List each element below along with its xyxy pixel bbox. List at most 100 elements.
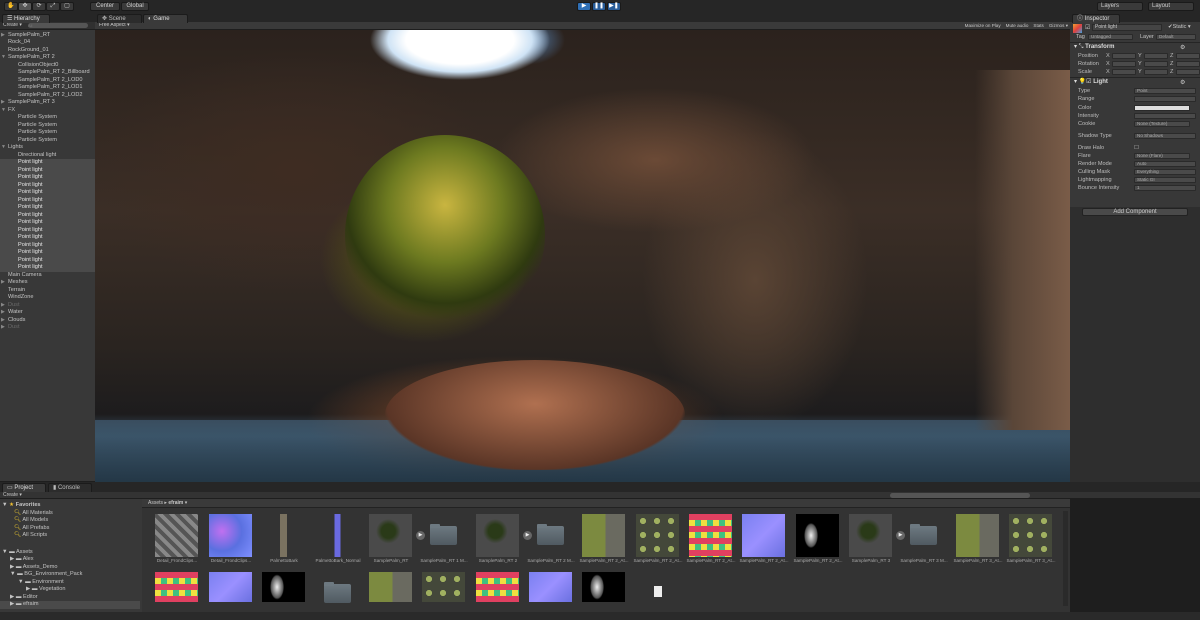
rect-tool-button[interactable]: ▢ [60,2,74,11]
hierarchy-item[interactable]: SamplePalm_RT 2_Billboard [0,69,95,77]
hierarchy-search[interactable] [28,23,88,28]
favorite-item[interactable]: 🔍︎ All Prefabs [0,525,140,533]
layer-dropdown[interactable]: Default [1156,34,1196,40]
hierarchy-item[interactable]: SamplePalm_RT 2_LOD0 [0,77,95,85]
hierarchy-item[interactable]: Terrain [0,287,95,295]
hierarchy-item[interactable]: Point light [0,159,95,167]
collapsed-arrow-icon[interactable]: ▶ [1,317,8,325]
asset-thumbnail[interactable] [476,514,519,557]
light-select[interactable]: Point [1134,88,1196,94]
asset-folder[interactable]: ▶ ▬ Alex [0,556,140,564]
asset-thumbnail[interactable] [689,514,732,557]
asset-thumbnail[interactable] [262,572,305,602]
hierarchy-item[interactable]: ▼ SamplePalm_RT 2 [0,54,95,62]
collapsed-arrow-icon[interactable]: ▶ [1,99,8,107]
layout-dropdown[interactable]: Layout [1148,2,1194,11]
asset-thumbnail[interactable] [209,572,252,602]
assets-header[interactable]: ▼ ▬ Assets [0,549,140,557]
favorite-item[interactable]: 🔍︎ All Materials [0,510,140,518]
tab-scene[interactable]: ✥ Scene [97,14,142,23]
project-create-dropdown[interactable]: Create ▾ [3,492,22,498]
transform-y-field[interactable] [1144,69,1168,75]
pause-button[interactable]: ❚❚ [592,2,606,11]
folder-thumbnail[interactable] [316,572,359,603]
asset-folder[interactable]: ▼ ▬ BG_Environment_Pack [0,571,140,579]
light-select[interactable]: Everything [1134,169,1196,175]
tab-inspector[interactable]: ⓘ Inspector [1072,14,1120,23]
transform-header[interactable]: ▾ ⤡ Transform [1074,43,1115,51]
transform-y-field[interactable] [1144,53,1168,59]
hierarchy-item[interactable]: CollisionObject0 [0,62,95,70]
asset-folder[interactable]: ▶ ▬ Assets_Demo [0,564,140,572]
hierarchy-item[interactable]: Particle System [0,137,95,145]
hierarchy-item[interactable]: SamplePalm_RT 2_LOD1 [0,84,95,92]
transform-x-field[interactable] [1112,53,1136,59]
hierarchy-item[interactable]: Point light [0,234,95,242]
space-toggle[interactable]: Global [121,2,149,11]
folder-thumbnail[interactable] [422,514,465,557]
light-header[interactable]: ▾ 💡☑ Light [1074,78,1108,86]
asset-thumbnail[interactable] [262,514,305,557]
collapsed-arrow-icon[interactable]: ▶ [1,279,8,287]
create-dropdown[interactable]: Create ▾ [3,22,22,29]
view-option[interactable]: Stats [1033,22,1043,30]
asset-thumbnail[interactable] [529,572,572,602]
transform-settings-icon[interactable]: ⚙ [1180,44,1185,51]
hierarchy-item[interactable]: Point light [0,226,95,234]
layers-dropdown[interactable]: Layers [1097,2,1143,11]
transform-x-field[interactable] [1112,61,1136,67]
collapsed-arrow-icon[interactable]: ▶ [1,302,8,310]
hierarchy-item[interactable]: Particle System [0,129,95,137]
favorite-item[interactable]: 🔍︎ All Models [0,517,140,525]
favorites-header[interactable]: ▼ ★ Favorites [0,502,140,510]
hierarchy-item[interactable]: ▶ SamplePalm_RT [0,32,95,40]
play-button[interactable]: ▶ [577,2,591,11]
hierarchy-item[interactable]: Point light [0,211,95,219]
collapsed-arrow-icon[interactable]: ▶ [1,324,8,332]
light-field[interactable]: 1 [1134,185,1196,191]
light-object[interactable]: None (Flare) [1134,153,1190,159]
asset-thumbnail[interactable] [796,514,839,557]
tab-console[interactable]: ▮ Console [48,483,92,492]
light-field[interactable] [1134,96,1196,102]
hierarchy-item[interactable]: SamplePalm_RT 2_LOD2 [0,92,95,100]
asset-thumbnail[interactable] [155,572,198,602]
game-viewport[interactable] [95,30,1070,482]
hierarchy-item[interactable]: RockGround_01 [0,47,95,55]
asset-thumbnail[interactable] [369,514,412,557]
rotate-tool-button[interactable]: ⟳ [32,2,46,11]
light-select[interactable]: Static GI [1134,177,1196,183]
hierarchy-item[interactable]: ▶ Dust [0,302,95,310]
step-button[interactable]: ▶❚ [607,2,621,11]
move-tool-button[interactable]: ✥ [18,2,32,11]
collapsed-arrow-icon[interactable]: ▶ [1,32,8,40]
hand-tool-button[interactable]: ✋ [4,2,18,11]
expanded-arrow-icon[interactable]: ▼ [1,107,8,115]
asset-thumbnail[interactable] [956,514,999,557]
hierarchy-item[interactable]: Point light [0,256,95,264]
hierarchy-item[interactable]: Particle System [0,122,95,130]
asset-thumbnail[interactable] [476,572,519,602]
asset-thumbnail[interactable] [582,514,625,557]
hierarchy-item[interactable]: ▼ FX [0,107,95,115]
aspect-dropdown[interactable]: Free Aspect ▾ [99,22,174,29]
asset-thumbnail[interactable] [849,514,892,557]
expanded-arrow-icon[interactable]: ▼ [1,54,8,62]
hierarchy-item[interactable]: Point light [0,189,95,197]
hierarchy-item[interactable]: Point light [0,249,95,257]
scale-tool-button[interactable]: ⤢ [46,2,60,11]
hierarchy-item[interactable]: Point light [0,219,95,227]
view-option[interactable]: Gizmos ▾ [1049,22,1068,30]
light-select[interactable]: No Shadows [1134,133,1196,139]
file-thumbnail[interactable] [636,572,679,602]
transform-z-field[interactable] [1176,61,1200,67]
hierarchy-item[interactable]: ▶ SamplePalm_RT 3 [0,99,95,107]
breadcrumb-efraim[interactable]: efraim [168,500,183,506]
transform-x-field[interactable] [1112,69,1136,75]
tab-project[interactable]: ▭ Project [2,483,46,492]
asset-thumbnail[interactable] [209,514,252,557]
asset-thumbnail[interactable] [1009,514,1052,557]
asset-thumbnail[interactable] [582,572,625,602]
draw-halo-checkbox[interactable]: ☐ [1134,144,1139,152]
hierarchy-item[interactable]: Rock_04 [0,39,95,47]
